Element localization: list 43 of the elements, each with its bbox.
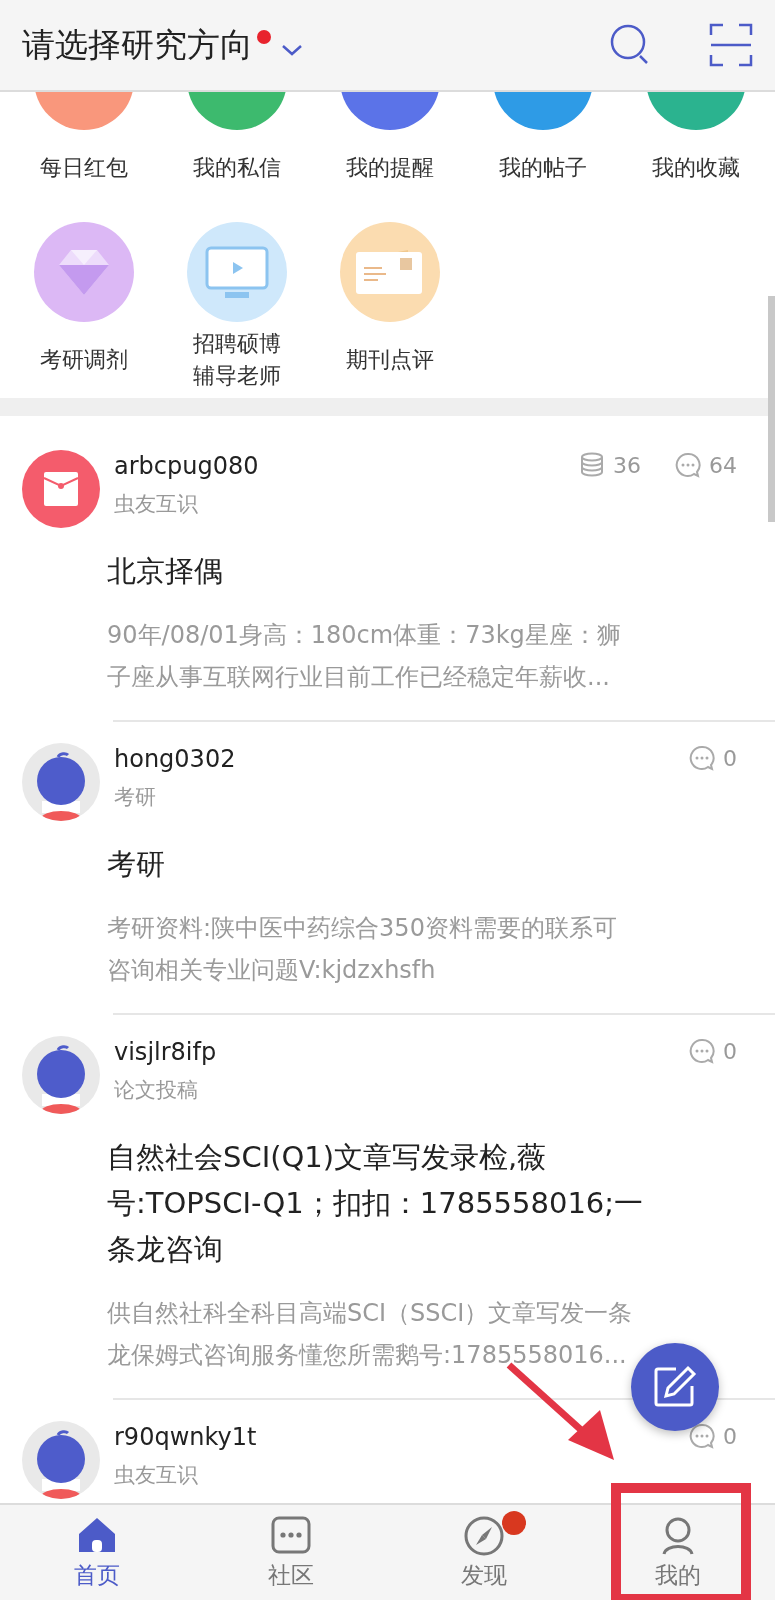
username[interactable]: visjlr8ifp (114, 1036, 217, 1068)
comment-icon (689, 745, 715, 771)
shortcut-label[interactable]: 我的私信 (185, 136, 288, 200)
post-excerpt: 90年/08/01身高：180cm体重：73kg星座：狮 子座从事互联网行业目前工作已经稳定年薪收... (107, 620, 621, 693)
shortcut-label[interactable]: 期刊点评 (338, 328, 441, 392)
comment-icon (689, 1038, 715, 1064)
shortcut-label[interactable]: 我的提醒 (338, 136, 441, 200)
nav-tab[interactable]: 发现 (387, 1505, 582, 1600)
username[interactable]: hong0302 (114, 743, 236, 775)
scan-icon[interactable] (709, 23, 753, 67)
stat-count: 36 (613, 452, 641, 478)
comment-icon (675, 452, 701, 478)
envelope-avatar[interactable] (22, 450, 100, 528)
pencil-icon (652, 1364, 698, 1410)
username[interactable]: r90qwnky1t (114, 1421, 257, 1453)
stat-count: 0 (723, 1423, 737, 1449)
post-category: 虫友互识 (114, 491, 199, 518)
post-excerpt: 考研资料:陕中医中药综合350资料需要的联系可 咨询相关专业问题V:kjdzxhsfh (107, 913, 617, 986)
chevron-down-icon[interactable] (281, 43, 303, 57)
nav-tab[interactable]: 社区 (193, 1505, 388, 1600)
post-category: 考研 (114, 784, 157, 811)
compose-button[interactable] (631, 1343, 719, 1431)
post-category: 虫友互识 (114, 1462, 199, 1489)
shortcut-label[interactable]: 每日红包 (32, 136, 135, 200)
post-title[interactable]: 北京择偶 (107, 548, 745, 594)
shortcut-label[interactable]: 招聘硕博辅导老师 (185, 328, 288, 392)
nav-tab[interactable]: 我的 (581, 1505, 775, 1600)
comment-icon (689, 1423, 715, 1449)
shortcut-label[interactable]: 考研调剂 (32, 328, 135, 392)
shortcut-label[interactable]: 我的帖子 (491, 136, 594, 200)
post-title[interactable]: 自然社会SCI(Q1)文章写发录检,薇 号:TOPSCI-Q1；扣扣：1785558016;一 条龙咨询 (107, 1134, 745, 1272)
username[interactable]: arbcpug080 (114, 450, 259, 482)
stat-count: 0 (723, 745, 737, 771)
stat-count: 0 (723, 1038, 737, 1064)
coins-icon (579, 452, 605, 478)
post-category: 论文投稿 (114, 1077, 199, 1104)
nav-tab[interactable]: 首页 (0, 1505, 194, 1600)
stat-count: 64 (709, 452, 737, 478)
shortcut-icon[interactable] (33, 222, 134, 322)
page-title[interactable]: 请选择研究方向 (22, 22, 253, 68)
post-title[interactable]: 考研 (107, 841, 745, 887)
post-excerpt: 供自然社科全科目高端SCI（SSCI）文章写发一条 龙保姆式咨询服务懂您所需鹅号:1785558016... (107, 1298, 633, 1371)
shortcut-label[interactable]: 我的收藏 (644, 136, 747, 200)
